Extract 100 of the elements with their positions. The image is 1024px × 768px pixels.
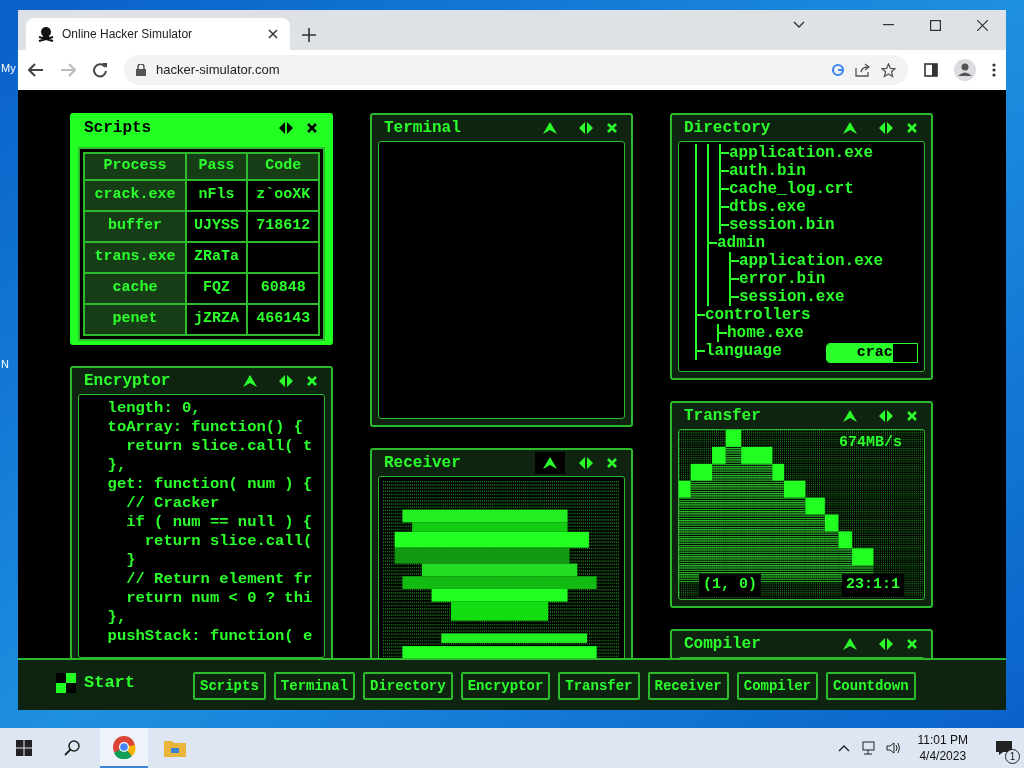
chevron-up-icon[interactable] [837,744,850,752]
left-right-arrows-icon[interactable] [879,410,893,422]
more-menu-icon[interactable] [992,63,996,77]
close-icon[interactable] [307,123,317,133]
table-cell: jZRZA [185,304,248,335]
folder-icon[interactable] [164,739,186,757]
profile-avatar-icon[interactable] [954,59,976,81]
browser-tab[interactable]: Online Hacker Simulator [26,18,290,50]
search-icon[interactable] [64,740,80,756]
taskbar-app[interactable] [100,728,148,768]
code-line: return num < 0 ? thi [125,589,314,608]
windows-logo-icon[interactable] [16,740,32,756]
checker-icon [56,672,76,693]
side-panel-icon[interactable] [924,63,938,77]
code-line: return slice.call( t [125,437,314,456]
dock-button[interactable]: Scripts [193,672,266,700]
dock-button[interactable]: Directory [363,672,453,700]
browser-logo-icon [112,735,136,759]
minimize-icon[interactable] [883,24,894,26]
window-title[interactable]: Terminal [384,116,461,140]
tree-item[interactable]: cache_log.crt [729,180,854,198]
dock-button[interactable]: Terminal [273,672,356,700]
code-line: if ( num == null ) { [125,513,314,532]
close-icon[interactable] [977,19,988,31]
table-cell: nFls [185,180,248,211]
arrow-up-icon [543,457,557,469]
tree-item[interactable]: auth.bin [729,162,806,180]
network-icon[interactable] [859,741,876,755]
tree-item[interactable]: error.bin [739,270,826,288]
desktop-icon-label[interactable]: N [1,356,9,373]
tree-item[interactable]: application.exe [739,252,884,270]
code-line: pushStack: function( e [106,627,314,646]
code-line: // Return element fr [125,570,314,589]
table-cell: z`ooXK [247,180,319,211]
window-title[interactable]: Scripts [84,116,152,140]
tree-item[interactable]: session.exe [739,288,845,306]
desktop-icon-label[interactable]: My [1,60,16,77]
table-cell: ZRaTa [185,242,248,273]
left-right-arrows-icon[interactable] [279,375,293,387]
close-icon[interactable] [268,29,278,39]
dock-button[interactable]: Transfer [558,672,640,700]
g-logo-icon[interactable] [831,63,845,77]
tree-item[interactable]: admin [717,234,765,252]
speaker-icon[interactable] [885,741,902,755]
tree-item[interactable]: session.bin [729,216,835,234]
dock-button[interactable]: Receiver [647,672,729,700]
window-title[interactable]: Receiver [384,451,461,475]
table-cell: 60848 [247,273,319,304]
left-right-arrows-icon[interactable] [579,457,593,469]
code-line: }, [106,608,128,627]
graph-fill-bar [805,514,825,583]
window-title[interactable]: Transfer [684,404,761,428]
table-cell: penet [84,304,186,335]
tree-item[interactable]: application.exe [729,144,874,162]
notification-badge: 1 [1005,749,1020,764]
window-title[interactable]: Encryptor [84,369,171,393]
chevron-down-icon[interactable] [793,21,805,29]
tree-item[interactable]: language [705,342,782,360]
table-cell [247,242,319,273]
column-header: Process [84,153,186,180]
left-right-arrows-icon[interactable] [279,122,293,134]
window-title[interactable]: Directory [684,116,771,140]
clock-date[interactable]: 4/4/2023 [919,748,967,764]
left-right-arrows-icon[interactable] [879,638,893,650]
dock-button[interactable]: Encryptor [460,672,551,700]
tree-item[interactable]: home.exe [727,324,804,342]
code-line: }, [106,456,128,475]
star-icon[interactable] [881,62,896,78]
dock-button[interactable]: Countdown [825,672,916,700]
code-line: get: function( num ) { [106,475,314,494]
arrow-up-icon [843,410,857,422]
table-cell: trans.exe [84,242,186,273]
collapse-button[interactable] [535,452,565,474]
tree-item[interactable]: controllers [705,306,811,324]
table-cell: FQZ [185,273,248,304]
maximize-icon[interactable] [930,19,941,31]
address-bar[interactable]: hacker-simulator.com [124,55,908,85]
window-title[interactable]: Compiler [684,632,761,656]
tree-item[interactable]: dtbs.exe [729,198,806,216]
code-line: length: 0, [106,399,202,418]
left-right-arrows-icon[interactable] [879,122,893,134]
clock-time[interactable]: 11:01 PM [917,732,968,748]
column-header: Code [247,153,319,180]
arrow-up-icon [843,638,857,650]
new-tab-icon[interactable] [302,28,316,42]
lock-icon [136,64,146,76]
speed-readout: 674MB/s [839,433,902,453]
url-text: hacker-simulator.com [156,61,281,80]
table-cell: 718612 [247,211,319,242]
dock-button[interactable]: Compiler [736,672,818,700]
start-button[interactable]: Start [84,670,135,696]
tab-title: Online Hacker Simulator [62,26,194,43]
progress-label: crac [856,344,893,362]
share-icon[interactable] [855,63,871,77]
code-line: return slice.call( [143,532,314,551]
table-cell: UJYSS [185,211,248,242]
back-arrow-icon[interactable] [28,63,44,77]
table-cell: cache [84,273,186,304]
left-right-arrows-icon[interactable] [579,122,593,134]
reload-icon[interactable] [92,62,108,78]
